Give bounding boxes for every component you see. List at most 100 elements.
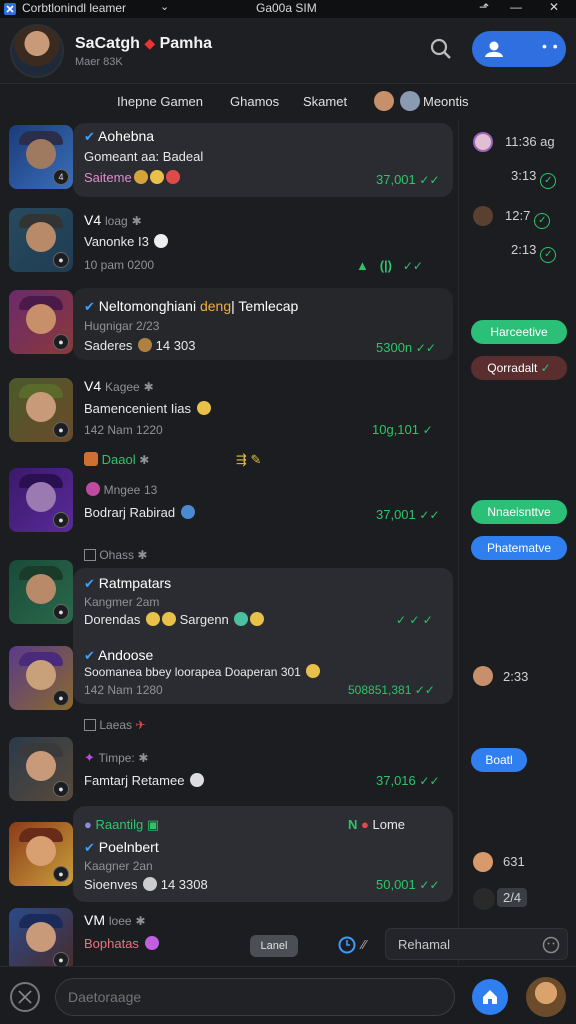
status-pill[interactable]: Boatl [471,748,527,772]
list-item-preview: Bodrarj Rabirad [84,505,195,520]
list-section-label: Ohass ✱ [84,548,147,562]
status-pill[interactable]: Nnaeisnttve [471,500,567,524]
chat-title-main: SaCatgh [75,35,140,52]
search-icon[interactable] [428,36,454,62]
list-section-label: Daaol ✱ [84,452,149,467]
minimize-button[interactable]: — [504,0,528,18]
list-item-title: V4 loag ✱ [84,212,142,228]
list-item-meta: Sioenves 14 3308 [84,877,208,892]
row-avatar[interactable]: ● [9,646,73,710]
status-pill[interactable]: Harceetive [471,320,567,344]
clock-icon[interactable] [338,936,356,954]
list-item-title: ✦ Timpe: ✱ [84,750,149,765]
chat-header: SaCatgh ◆ Pamha Maer 83K • • [0,18,576,84]
row-avatar[interactable]: ● [9,560,73,624]
list-item-title: VM loee ✱ [84,912,146,928]
list-item-time: 5300n ✓✓ [376,340,436,355]
window-status: Ga00a SIM [256,1,317,15]
status-pill[interactable]: Phatematve [471,536,567,560]
row-avatar[interactable]: ● [9,468,73,532]
activity-time: 2:13 ✓ [511,242,557,263]
emoji-icon[interactable] [542,936,560,954]
tab-avatar [374,91,394,111]
list-item-subtitle: ✔ Poelnbert [84,839,159,855]
list-item-meta: Dorendas Sargenn [84,612,265,627]
row-avatar[interactable]: ● [9,208,73,272]
list-item-title: ✔ Neltomonghiani deng| Temlecap [84,298,299,314]
list-item-preview: Famtarj Retamee [84,773,205,788]
row-avatar[interactable]: ● [9,908,73,972]
list-item-title: V4 Kagee ✱ [84,378,154,394]
user-icon [485,41,503,57]
list-item-time: 508851,381 ✓✓ [348,683,435,697]
activity-time: 2/4 [497,888,528,907]
activity-column: 11:36 ag 3:13 ✓ 12:7 ✓ 2:13 ✓ Harceetive Qo… [458,120,576,966]
tab-item[interactable]: Ihepne Gamen [117,94,203,109]
list-item-meta: 142 Nam 1220 [84,423,163,437]
list-item-title: ✔ Ratmpatars [84,575,172,591]
my-avatar[interactable] [526,977,566,1017]
activity-time: 3:13 ✓ [511,168,557,189]
activity-avatar[interactable] [473,132,493,152]
verified-icon: ✔ [84,840,95,855]
channel-avatar[interactable] [10,24,64,78]
activity-avatar[interactable] [473,852,493,872]
list-item-preview: Bophatas [84,936,159,951]
gem-icon: ◆ [144,35,156,51]
list-item-time: 37,016 ✓✓ [376,773,440,788]
check-icon: ✓ [534,213,551,229]
list-item-title: ● Raantilg ▣ [84,817,160,832]
send-button[interactable] [472,979,508,1015]
list-item-time: 37,001 ✓✓ [376,172,440,187]
read-receipt: ✓ ✓ ✓ [396,613,433,627]
window-title: Corbtlonindl leamer [22,1,127,15]
list-item-title: Mngee 13 [84,482,157,497]
tab-item[interactable]: Skamet [303,94,347,109]
check-icon: ✓ [540,173,557,189]
list-item-meta: 142 Nam 1280 [84,683,163,697]
reaction-icons: ⇶ ✎ [236,452,262,467]
list-item-right-label: N ● Lome [348,817,406,832]
list-item-meta: Saderes 14 303 [84,338,196,353]
row-avatar[interactable]: ● [9,822,73,886]
list-item-preview: Bamencenient Iias [84,401,211,416]
window-menu-caret[interactable]: ⌄ [160,0,169,13]
row-avatar[interactable]: ● [9,737,73,801]
chat-title: SaCatgh ◆ Pamha [75,35,212,53]
verified-icon: ✔ [84,299,95,314]
attach-icon[interactable] [10,982,40,1012]
reply-field[interactable]: Rehamal [385,928,568,960]
more-dots-icon: • • [542,38,559,54]
tab-item[interactable]: Ghamos [230,94,279,109]
activity-time: 2:33 [503,669,529,684]
pin-icon[interactable]: ⬏ [472,0,496,18]
list-item-title: ✔ Andoose [84,647,154,663]
channel-tabs: Ihepne Gamen Ghamos Skamet Meontis [0,84,576,120]
list-item-preview: Gomeant aa: Badeal [84,149,204,164]
list-item-title: ✔ Aohebna [84,128,155,144]
activity-avatar[interactable] [473,206,493,226]
list-item-meta: 10 pam 0200 [84,258,155,272]
status-pill[interactable]: Qorradalt ✓ [471,356,567,380]
composer-bar [0,966,576,1024]
globe-icon [400,91,420,111]
check-icon: ✓ [540,247,557,263]
list-item-time: 50,001 ✓✓ [376,877,440,892]
status-indicators: ▲ (|) ✓✓ [356,258,423,273]
arrow-icon: ⁄⁄ [362,937,367,952]
label-chip[interactable]: Lanel [250,935,298,957]
row-avatar[interactable]: 4 [9,125,73,189]
chat-subtitle: Maer 83K [75,56,123,68]
list-item-meta: Saiteme [84,170,180,185]
activity-avatar[interactable] [473,888,495,910]
activity-avatar[interactable] [473,666,493,686]
join-button[interactable]: • • [472,31,566,67]
tab-item[interactable]: Meontis [423,94,469,109]
row-avatar[interactable]: ● [9,290,73,354]
verified-icon: ✔ [84,576,95,591]
close-button[interactable]: ✕ [542,0,566,18]
message-input[interactable] [55,978,455,1016]
app-icon [4,3,16,15]
activity-time: 631 [503,854,525,869]
row-avatar[interactable]: ● [9,378,73,442]
